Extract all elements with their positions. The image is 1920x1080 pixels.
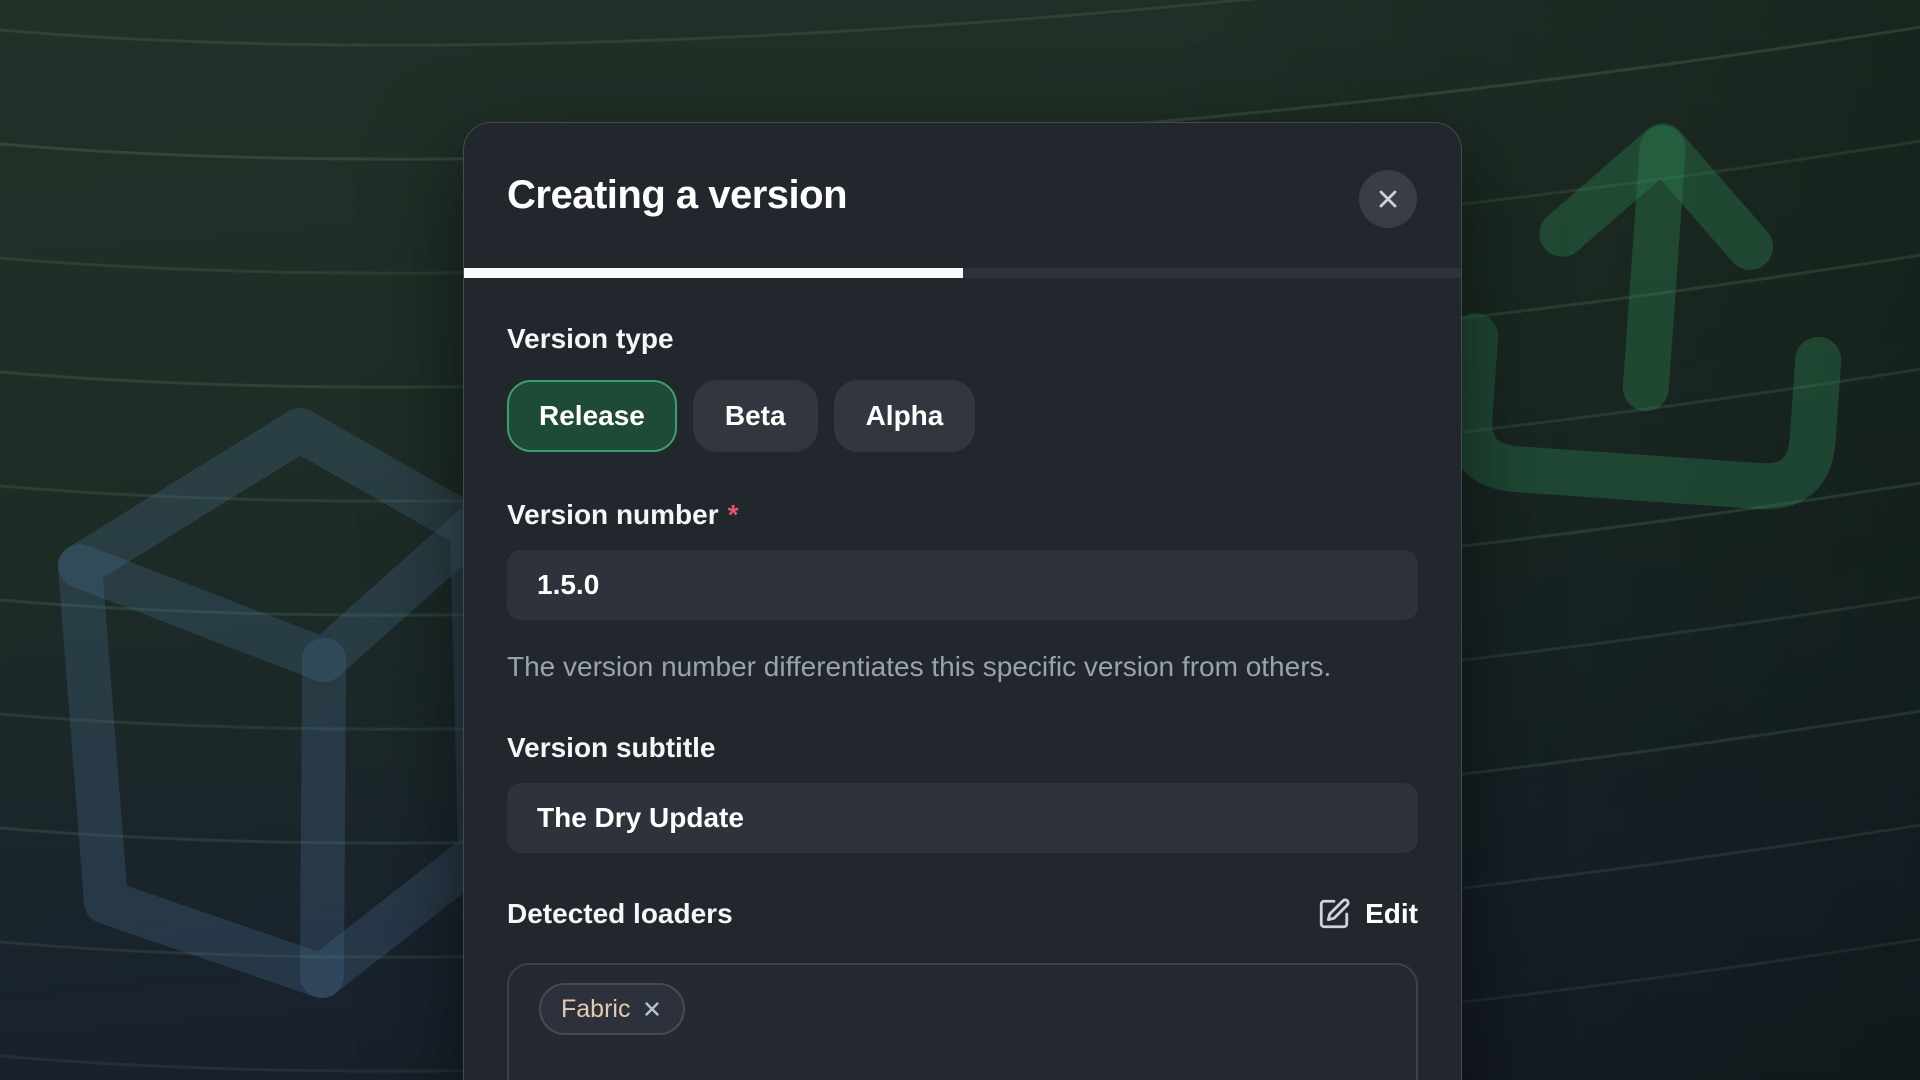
modal-title: Creating a version xyxy=(507,173,847,218)
edit-label: Edit xyxy=(1365,898,1418,930)
loader-tag-label: Fabric xyxy=(561,995,630,1024)
create-version-modal: Creating a version Version type Release … xyxy=(463,122,1462,1080)
upload-arrow-decoration xyxy=(1466,134,1832,489)
version-number-label: Version number* xyxy=(507,498,1418,532)
tag-remove-x-icon xyxy=(641,998,663,1020)
version-subtitle-input[interactable]: The Dry Update xyxy=(507,783,1418,853)
version-type-label: Version type xyxy=(507,322,1418,356)
wizard-progress-bar xyxy=(464,268,1461,278)
modal-body: Version type Release Beta Alpha Version … xyxy=(464,322,1461,1080)
version-type-release-button[interactable]: Release xyxy=(507,380,677,452)
loader-tag-fabric: Fabric xyxy=(539,983,685,1035)
modal-header: Creating a version xyxy=(464,123,1461,268)
edit-pen-icon xyxy=(1317,897,1351,931)
detected-loaders-row: Detected loaders Edit xyxy=(507,897,1418,931)
cube-decoration xyxy=(80,430,480,976)
close-button[interactable] xyxy=(1359,170,1417,228)
wizard-progress-fill xyxy=(464,268,963,278)
version-type-options: Release Beta Alpha xyxy=(507,380,1418,452)
detected-loaders-label: Detected loaders xyxy=(507,897,733,931)
required-asterisk: * xyxy=(728,499,739,530)
edit-loaders-button[interactable]: Edit xyxy=(1317,897,1418,931)
version-number-input[interactable]: 1.5.0 xyxy=(507,550,1418,620)
version-type-beta-button[interactable]: Beta xyxy=(693,380,818,452)
version-number-help-text: The version number differentiates this s… xyxy=(507,644,1377,689)
version-type-alpha-button[interactable]: Alpha xyxy=(834,380,976,452)
app-background: Creating a version Version type Release … xyxy=(0,0,1920,1080)
remove-loader-button[interactable] xyxy=(641,998,663,1020)
detected-loaders-box: Fabric xyxy=(507,963,1418,1080)
close-icon xyxy=(1374,185,1402,213)
version-subtitle-label: Version subtitle xyxy=(507,731,1418,765)
